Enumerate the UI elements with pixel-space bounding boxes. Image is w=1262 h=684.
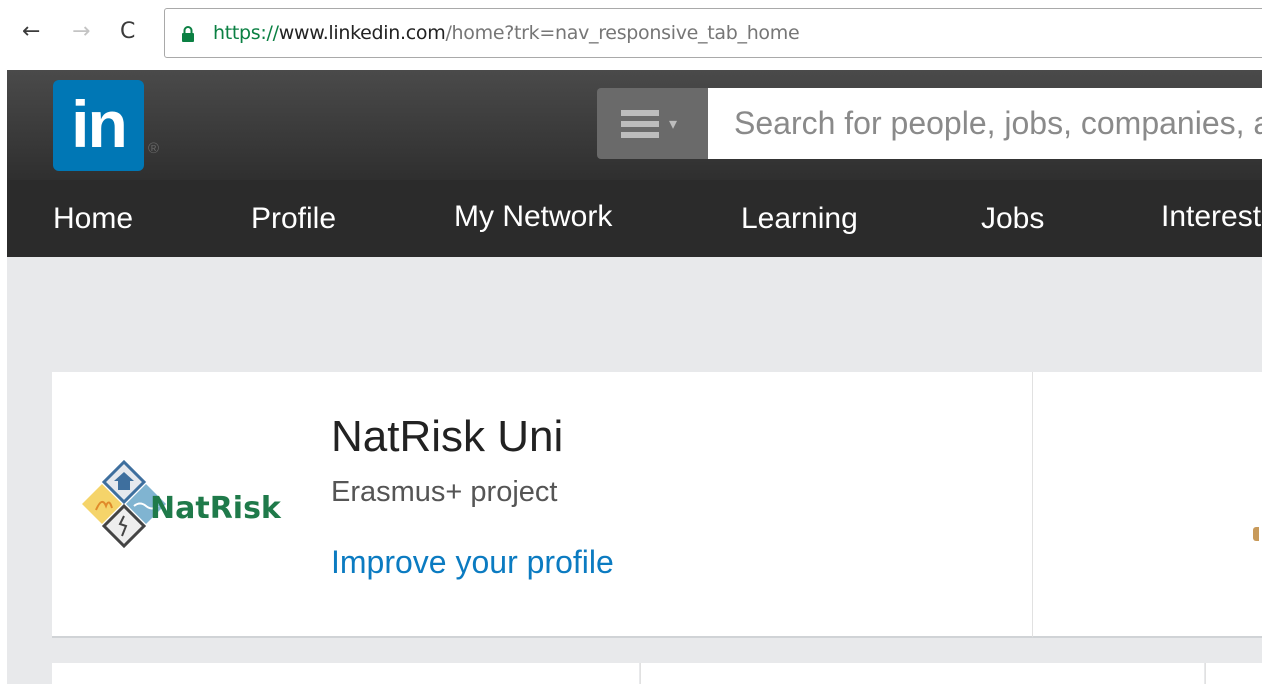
address-bar[interactable]: https://www.linkedin.com/home?trk=nav_re… [164, 8, 1262, 58]
nav-item-interests[interactable]: Interests [1161, 200, 1262, 234]
improve-profile-link[interactable]: Improve your profile [331, 544, 614, 581]
feed-card [640, 663, 1204, 684]
nav-item-home[interactable]: Home [53, 202, 133, 236]
linkedin-logo-text: in [71, 87, 128, 161]
lock-icon [182, 26, 194, 42]
nav-item-jobs[interactable]: Jobs [981, 202, 1044, 236]
natrisk-logo[interactable]: NatRisk [80, 460, 290, 560]
url-scheme: https:// [213, 22, 279, 44]
nav-item-profile[interactable]: Profile [251, 202, 336, 236]
url-text[interactable]: https://www.linkedin.com/home?trk=nav_re… [213, 22, 800, 44]
main-content: NatRisk NatRisk Uni Erasmus+ project Imp… [7, 257, 1262, 684]
feed-card [1205, 663, 1262, 684]
search-input[interactable] [708, 88, 1262, 159]
registered-mark: ® [148, 140, 160, 157]
side-card [1032, 372, 1262, 638]
profile-headline: Erasmus+ project [331, 476, 558, 508]
side-card-indicator [1253, 527, 1259, 541]
linkedin-logo[interactable]: in [53, 80, 144, 171]
back-arrow-icon[interactable]: ← [22, 20, 40, 44]
profile-name: NatRisk Uni [331, 412, 564, 461]
url-host: www.linkedin.com [278, 22, 446, 44]
chevron-down-icon: ▾ [669, 114, 678, 133]
nav-item-my-network[interactable]: My Network [454, 200, 612, 234]
nav-item-learning[interactable]: Learning [741, 202, 858, 236]
reload-icon[interactable]: C [120, 20, 135, 44]
menu-icon [621, 110, 659, 138]
feed-card [52, 663, 639, 684]
search-category-button[interactable]: ▾ [597, 88, 708, 159]
forward-arrow-icon[interactable]: → [72, 20, 90, 44]
linkedin-header: in ® ▾ [7, 70, 1262, 180]
profile-card: NatRisk NatRisk Uni Erasmus+ project Imp… [52, 372, 1032, 638]
natrisk-logo-text: NatRisk [150, 491, 282, 526]
main-nav: Home Profile My Network Learning Jobs In… [7, 180, 1262, 257]
browser-toolbar: ← → C https://www.linkedin.com/home?trk=… [0, 0, 1262, 70]
url-path: /home?trk=nav_responsive_tab_home [445, 22, 800, 44]
